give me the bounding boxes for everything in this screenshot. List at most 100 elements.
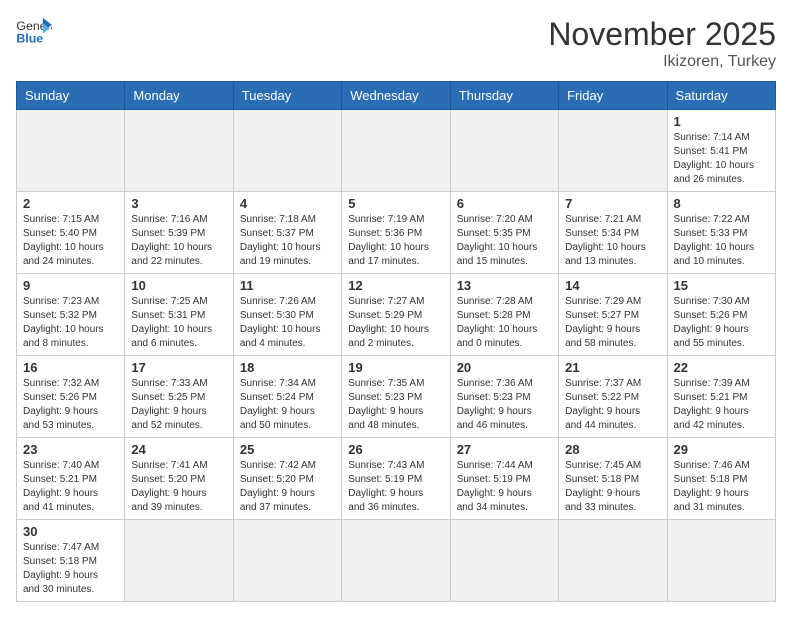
day-header-monday: Monday <box>125 82 233 110</box>
day-number: 12 <box>348 278 443 293</box>
svg-text:Blue: Blue <box>16 31 43 45</box>
day-number: 11 <box>240 278 335 293</box>
day-info: Sunrise: 7:14 AM Sunset: 5:41 PM Dayligh… <box>674 131 769 187</box>
day-info: Sunrise: 7:39 AM Sunset: 5:21 PM Dayligh… <box>674 377 769 433</box>
day-number: 3 <box>131 196 226 211</box>
day-cell <box>559 110 667 192</box>
week-row-5: 23Sunrise: 7:40 AM Sunset: 5:21 PM Dayli… <box>17 438 776 520</box>
day-number: 20 <box>457 360 552 375</box>
day-cell: 17 Sunrise: 7:33 AM Sunset: 5:25 PM Dayli… <box>125 356 233 438</box>
day-info: Sunrise: 7:20 AM Sunset: 5:35 PM Dayligh… <box>457 213 552 269</box>
day-cell: 21 Sunrise: 7:37 AM Sunset: 5:22 PM Dayli… <box>559 356 667 438</box>
day-info: Sunrise: 7:35 AM Sunset: 5:23 PM Dayligh… <box>348 377 443 433</box>
logo: General Blue <box>16 16 52 46</box>
week-row-1: 1 Sunrise: 7:14 AM Sunset: 5:41 PM Daylig… <box>17 110 776 192</box>
day-cell: 15 Sunrise: 7:30 AM Sunset: 5:26 PM Dayli… <box>667 274 775 356</box>
day-info: Sunrise: 7:15 AM Sunset: 5:40 PM Dayligh… <box>23 213 118 269</box>
day-number: 26 <box>348 442 443 457</box>
day-number: 1 <box>674 114 769 129</box>
day-header-saturday: Saturday <box>667 82 775 110</box>
day-cell: 20 Sunrise: 7:36 AM Sunset: 5:23 PM Dayli… <box>450 356 558 438</box>
day-cell: 5 Sunrise: 7:19 AM Sunset: 5:36 PM Daylig… <box>342 192 450 274</box>
day-info: Sunrise: 7:27 AM Sunset: 5:29 PM Dayligh… <box>348 295 443 351</box>
day-cell <box>342 520 450 602</box>
day-info: Sunrise: 7:43 AM Sunset: 5:19 PM Dayligh… <box>348 459 443 515</box>
day-info: Sunrise: 7:25 AM Sunset: 5:31 PM Dayligh… <box>131 295 226 351</box>
day-cell: 2Sunrise: 7:15 AM Sunset: 5:40 PM Daylig… <box>17 192 125 274</box>
month-title: November 2025 <box>548 16 776 53</box>
day-cell: 24 Sunrise: 7:41 AM Sunset: 5:20 PM Dayli… <box>125 438 233 520</box>
day-number: 13 <box>457 278 552 293</box>
day-number: 28 <box>565 442 660 457</box>
day-cell: 3Sunrise: 7:16 AM Sunset: 5:39 PM Daylig… <box>125 192 233 274</box>
day-number: 4 <box>240 196 335 211</box>
day-cell: 25Sunrise: 7:42 AM Sunset: 5:20 PM Dayli… <box>233 438 341 520</box>
day-header-sunday: Sunday <box>17 82 125 110</box>
day-cell: 7 Sunrise: 7:21 AM Sunset: 5:34 PM Daylig… <box>559 192 667 274</box>
day-info: Sunrise: 7:34 AM Sunset: 5:24 PM Dayligh… <box>240 377 335 433</box>
day-info: Sunrise: 7:23 AM Sunset: 5:32 PM Dayligh… <box>23 295 118 351</box>
day-info: Sunrise: 7:30 AM Sunset: 5:26 PM Dayligh… <box>674 295 769 351</box>
day-info: Sunrise: 7:36 AM Sunset: 5:23 PM Dayligh… <box>457 377 552 433</box>
day-cell <box>125 110 233 192</box>
day-cell: 6 Sunrise: 7:20 AM Sunset: 5:35 PM Daylig… <box>450 192 558 274</box>
day-cell: 9 Sunrise: 7:23 AM Sunset: 5:32 PM Daylig… <box>17 274 125 356</box>
day-cell <box>667 520 775 602</box>
day-cell <box>233 110 341 192</box>
day-number: 15 <box>674 278 769 293</box>
day-header-tuesday: Tuesday <box>233 82 341 110</box>
week-row-3: 9 Sunrise: 7:23 AM Sunset: 5:32 PM Daylig… <box>17 274 776 356</box>
day-cell <box>342 110 450 192</box>
day-number: 29 <box>674 442 769 457</box>
calendar: SundayMondayTuesdayWednesdayThursdayFrid… <box>16 81 776 602</box>
day-info: Sunrise: 7:19 AM Sunset: 5:36 PM Dayligh… <box>348 213 443 269</box>
logo-icon: General Blue <box>16 16 52 46</box>
day-cell: 14 Sunrise: 7:29 AM Sunset: 5:27 PM Dayli… <box>559 274 667 356</box>
day-number: 27 <box>457 442 552 457</box>
day-cell <box>450 520 558 602</box>
day-info: Sunrise: 7:26 AM Sunset: 5:30 PM Dayligh… <box>240 295 335 351</box>
day-number: 14 <box>565 278 660 293</box>
day-number: 23 <box>23 442 118 457</box>
day-number: 5 <box>348 196 443 211</box>
day-info: Sunrise: 7:29 AM Sunset: 5:27 PM Dayligh… <box>565 295 660 351</box>
day-number: 9 <box>23 278 118 293</box>
day-cell: 18Sunrise: 7:34 AM Sunset: 5:24 PM Dayli… <box>233 356 341 438</box>
days-header-row: SundayMondayTuesdayWednesdayThursdayFrid… <box>17 82 776 110</box>
day-cell <box>17 110 125 192</box>
day-number: 24 <box>131 442 226 457</box>
day-number: 17 <box>131 360 226 375</box>
day-info: Sunrise: 7:21 AM Sunset: 5:34 PM Dayligh… <box>565 213 660 269</box>
day-cell: 26 Sunrise: 7:43 AM Sunset: 5:19 PM Dayli… <box>342 438 450 520</box>
day-info: Sunrise: 7:28 AM Sunset: 5:28 PM Dayligh… <box>457 295 552 351</box>
day-cell: 12 Sunrise: 7:27 AM Sunset: 5:29 PM Dayli… <box>342 274 450 356</box>
day-info: Sunrise: 7:41 AM Sunset: 5:20 PM Dayligh… <box>131 459 226 515</box>
day-info: Sunrise: 7:33 AM Sunset: 5:25 PM Dayligh… <box>131 377 226 433</box>
day-cell: 19 Sunrise: 7:35 AM Sunset: 5:23 PM Dayli… <box>342 356 450 438</box>
day-number: 22 <box>674 360 769 375</box>
day-number: 7 <box>565 196 660 211</box>
week-row-4: 16Sunrise: 7:32 AM Sunset: 5:26 PM Dayli… <box>17 356 776 438</box>
day-info: Sunrise: 7:47 AM Sunset: 5:18 PM Dayligh… <box>23 541 118 597</box>
day-header-friday: Friday <box>559 82 667 110</box>
day-number: 30 <box>23 524 118 539</box>
day-cell: 22 Sunrise: 7:39 AM Sunset: 5:21 PM Dayli… <box>667 356 775 438</box>
day-number: 19 <box>348 360 443 375</box>
day-cell <box>125 520 233 602</box>
day-number: 10 <box>131 278 226 293</box>
day-header-wednesday: Wednesday <box>342 82 450 110</box>
day-cell: 30 Sunrise: 7:47 AM Sunset: 5:18 PM Dayli… <box>17 520 125 602</box>
day-cell <box>233 520 341 602</box>
day-number: 21 <box>565 360 660 375</box>
day-cell <box>450 110 558 192</box>
day-cell: 16Sunrise: 7:32 AM Sunset: 5:26 PM Dayli… <box>17 356 125 438</box>
day-info: Sunrise: 7:46 AM Sunset: 5:18 PM Dayligh… <box>674 459 769 515</box>
day-cell: 29 Sunrise: 7:46 AM Sunset: 5:18 PM Dayli… <box>667 438 775 520</box>
day-info: Sunrise: 7:18 AM Sunset: 5:37 PM Dayligh… <box>240 213 335 269</box>
day-info: Sunrise: 7:45 AM Sunset: 5:18 PM Dayligh… <box>565 459 660 515</box>
day-info: Sunrise: 7:37 AM Sunset: 5:22 PM Dayligh… <box>565 377 660 433</box>
day-number: 6 <box>457 196 552 211</box>
page-header: General Blue November 2025 Ikizoren, Tur… <box>16 16 776 71</box>
day-cell: 10 Sunrise: 7:25 AM Sunset: 5:31 PM Dayli… <box>125 274 233 356</box>
day-info: Sunrise: 7:42 AM Sunset: 5:20 PM Dayligh… <box>240 459 335 515</box>
